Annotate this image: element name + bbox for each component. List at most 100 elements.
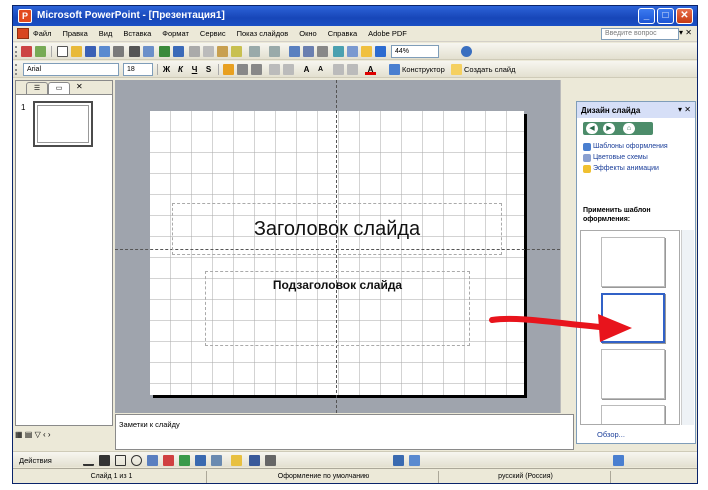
- save-icon[interactable]: [409, 455, 420, 466]
- template-scrollbar[interactable]: [681, 230, 694, 425]
- oval-icon[interactable]: [131, 455, 142, 466]
- align-left-icon[interactable]: [223, 64, 234, 75]
- link-color-schemes[interactable]: Цветовые схемы: [593, 154, 648, 161]
- insert-chart-icon[interactable]: [289, 46, 300, 57]
- permission-icon[interactable]: [99, 46, 110, 57]
- toolbar-grip[interactable]: [15, 46, 18, 57]
- spelling-icon[interactable]: [159, 46, 170, 57]
- slideshow-icon[interactable]: [393, 455, 404, 466]
- link-animation-effects[interactable]: Эффекты анимации: [593, 165, 659, 172]
- print-icon[interactable]: [129, 46, 140, 57]
- decrease-font-icon[interactable]: A: [315, 64, 326, 75]
- wordart-icon[interactable]: [163, 455, 174, 466]
- save-icon[interactable]: [85, 46, 96, 57]
- new-icon[interactable]: [57, 46, 68, 57]
- show-formatting-icon[interactable]: [347, 46, 358, 57]
- open-icon[interactable]: [71, 46, 82, 57]
- title-placeholder[interactable]: Заголовок слайда: [172, 203, 502, 255]
- grid-icon[interactable]: [361, 46, 372, 57]
- menu-edit[interactable]: Правка: [62, 29, 87, 38]
- italic-icon[interactable]: К: [175, 64, 186, 75]
- designer-icon[interactable]: [389, 64, 400, 75]
- expand-all-icon[interactable]: [333, 46, 344, 57]
- zoom-select[interactable]: 44%: [391, 45, 439, 58]
- maximize-button[interactable]: □: [657, 8, 674, 24]
- numbering-icon[interactable]: [269, 64, 280, 75]
- insert-table-icon[interactable]: [303, 46, 314, 57]
- bold-icon[interactable]: Ж: [161, 64, 172, 75]
- increase-indent-icon[interactable]: [347, 64, 358, 75]
- powerpoint-icon[interactable]: P: [18, 9, 32, 23]
- print-preview-icon[interactable]: [143, 46, 154, 57]
- undo-icon[interactable]: [249, 46, 260, 57]
- line-icon[interactable]: [83, 455, 94, 466]
- underline-icon[interactable]: Ч: [189, 64, 200, 75]
- pane-close-icon[interactable]: ✕: [76, 82, 83, 91]
- task-pane-close-icon[interactable]: ▾ ✕: [678, 105, 691, 114]
- help-icon[interactable]: [461, 46, 472, 57]
- email-icon[interactable]: [113, 46, 124, 57]
- increase-font-icon[interactable]: A: [301, 64, 312, 75]
- clipart-icon[interactable]: [195, 455, 206, 466]
- menu-help[interactable]: Справка: [328, 29, 357, 38]
- slide-canvas[interactable]: Заголовок слайда Подзаголовок слайда: [115, 80, 560, 413]
- notes-pane[interactable]: Заметки к слайду: [115, 414, 574, 450]
- slide-subtitle[interactable]: Подзаголовок слайда: [206, 278, 469, 292]
- view-buttons[interactable]: ▦ ▤ ▽ ‹ ›: [15, 430, 113, 442]
- format-painter-icon[interactable]: [231, 46, 242, 57]
- research-book-icon[interactable]: [173, 46, 184, 57]
- toolbar-grip[interactable]: [15, 64, 18, 75]
- designer-button[interactable]: Конструктор: [402, 65, 445, 74]
- menu-format[interactable]: Формат: [162, 29, 189, 38]
- template-thumbnail[interactable]: [601, 349, 665, 399]
- line-color-icon[interactable]: [249, 455, 260, 466]
- close-button[interactable]: ✕: [676, 8, 693, 24]
- font-size-select[interactable]: 18: [123, 63, 153, 76]
- textbox-icon[interactable]: [147, 455, 158, 466]
- template-thumbnail[interactable]: [601, 405, 665, 424]
- tables-borders-icon[interactable]: [317, 46, 328, 57]
- menu-view[interactable]: Вид: [99, 29, 113, 38]
- notes-placeholder[interactable]: Заметки к слайду: [119, 420, 180, 429]
- home-icon[interactable]: ⌂: [623, 123, 635, 134]
- link-design-templates[interactable]: Шаблоны оформления: [593, 143, 668, 150]
- slide-title[interactable]: Заголовок слайда: [173, 218, 501, 241]
- font-color-icon[interactable]: A: [365, 64, 376, 75]
- copy-icon[interactable]: [203, 46, 214, 57]
- diagram-icon[interactable]: [179, 455, 190, 466]
- color-grayscale-icon[interactable]: [375, 46, 386, 57]
- menu-insert[interactable]: Вставка: [123, 29, 151, 38]
- edit-icon[interactable]: [21, 46, 32, 57]
- browse-link[interactable]: Обзор...: [597, 430, 625, 439]
- menu-slideshow[interactable]: Показ слайдов: [237, 29, 289, 38]
- picture-icon[interactable]: [211, 455, 222, 466]
- cut-icon[interactable]: [189, 46, 200, 57]
- forward-icon[interactable]: ▶: [603, 123, 615, 134]
- document-close-icon[interactable]: ▾ ✕: [679, 28, 692, 37]
- fill-color-icon[interactable]: [231, 455, 242, 466]
- subtitle-placeholder[interactable]: Подзаголовок слайда: [205, 271, 470, 346]
- redo-icon[interactable]: [269, 46, 280, 57]
- research-icon[interactable]: [35, 46, 46, 57]
- document-icon[interactable]: [17, 28, 29, 39]
- slide-thumbnail[interactable]: [33, 101, 93, 147]
- bullets-icon[interactable]: [283, 64, 294, 75]
- 3d-style-icon[interactable]: [613, 455, 624, 466]
- new-slide-icon[interactable]: [451, 64, 462, 75]
- line-style-icon[interactable]: [265, 455, 276, 466]
- decrease-indent-icon[interactable]: [333, 64, 344, 75]
- new-slide-button[interactable]: Создать слайд: [464, 65, 515, 74]
- ask-question-input[interactable]: Введите вопрос: [601, 28, 679, 40]
- template-thumbnail[interactable]: [601, 237, 665, 287]
- shadow-icon[interactable]: S: [203, 64, 214, 75]
- tab-outline[interactable]: ☰: [26, 82, 48, 94]
- back-icon[interactable]: ◀: [586, 123, 598, 134]
- actions-menu[interactable]: Действия: [19, 456, 52, 465]
- menu-tools[interactable]: Сервис: [200, 29, 226, 38]
- tab-slides[interactable]: ▭: [48, 82, 70, 94]
- vertical-scrollbar[interactable]: [560, 80, 574, 413]
- menu-adobe-pdf[interactable]: Adobe PDF: [368, 29, 407, 38]
- font-select[interactable]: Arial: [23, 63, 119, 76]
- minimize-button[interactable]: _: [638, 8, 655, 24]
- align-right-icon[interactable]: [251, 64, 262, 75]
